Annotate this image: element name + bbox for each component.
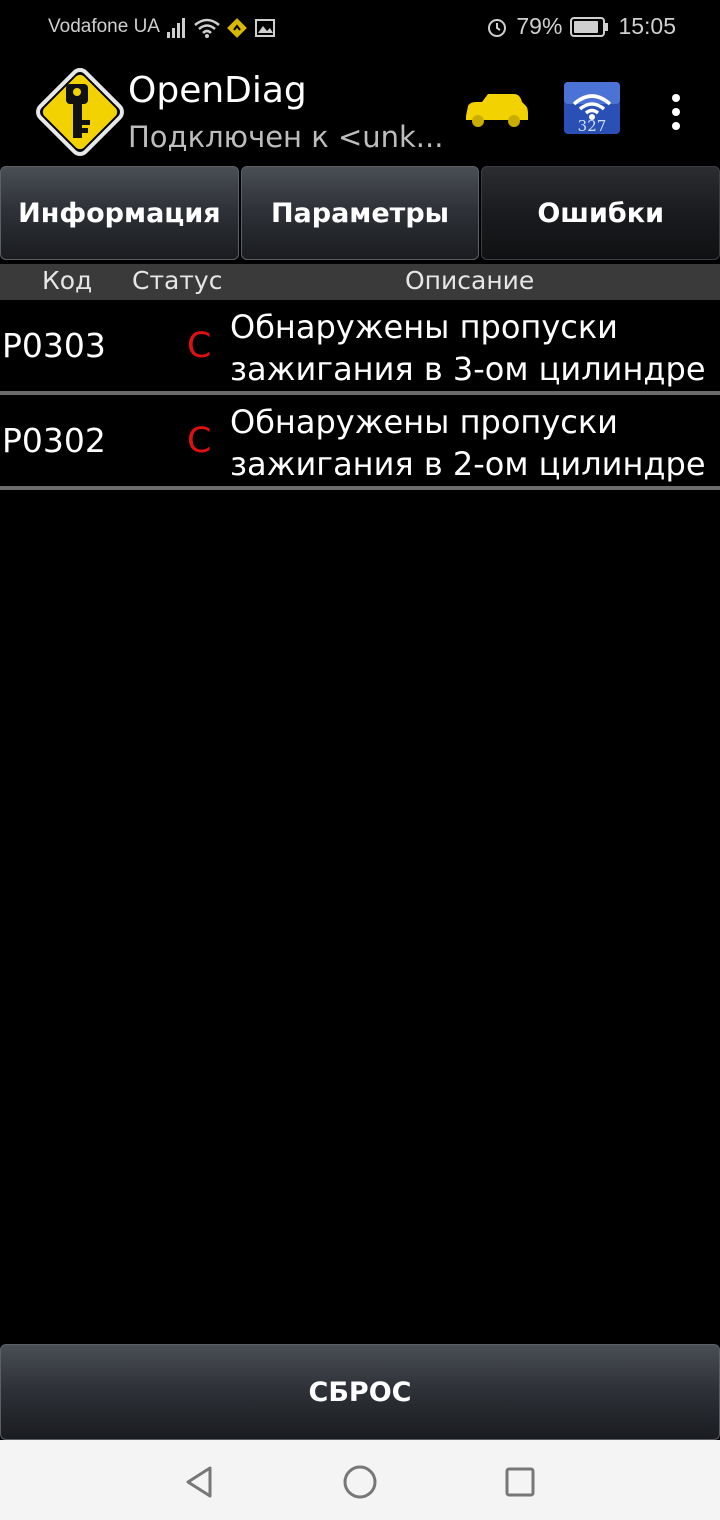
table-row[interactable]: P0302 C Обнаружены пропуски зажигания в … [0,395,720,490]
tab-information[interactable]: Информация [0,166,239,260]
status-icons-left [166,14,276,42]
back-icon[interactable] [180,1462,220,1502]
signal-icon [167,18,185,38]
app-title: OpenDiag [128,70,307,111]
error-description: Обнаружены пропуски зажигания в 3-ом цил… [230,308,706,388]
wifi-icon [194,18,220,38]
clock: 15:05 [618,13,676,39]
status-bar: Vodafone UA 79% 15:05 [0,0,720,56]
overflow-menu-icon[interactable] [660,90,692,134]
tab-parameters[interactable]: Параметры [240,166,480,260]
system-nav-bar [0,1440,720,1520]
tab-bar: Информация Параметры Ошибки [0,166,720,262]
connection-status: Подключен к <unk... [128,120,444,154]
carrier-name: Vodafone UA [48,16,160,37]
error-code: P0302 [2,421,106,460]
app-bar: OpenDiag Подключен к <unk... 327 [0,56,720,166]
app-logo-key-icon [36,68,124,156]
reset-button[interactable]: СБРОС [0,1344,720,1440]
home-icon[interactable] [340,1462,380,1502]
error-status: C [187,421,212,461]
column-header-code: Код [42,266,93,295]
table-header: Код Статус Описание [0,264,720,300]
image-icon [255,19,275,37]
nav-icon [227,18,247,38]
column-header-status: Статус [132,266,223,295]
car-icon[interactable] [462,90,530,130]
table-row[interactable]: P0303 C Обнаружены пропуски зажигания в … [0,300,720,395]
elm327-wifi-icon[interactable]: 327 [564,82,620,134]
alarm-icon [488,18,507,37]
error-code: P0303 [2,326,106,365]
error-status: C [187,326,212,366]
battery-percent: 79% [516,13,563,39]
recents-icon[interactable] [500,1462,540,1502]
column-header-description: Описание [405,266,535,295]
status-icons-right: 79% 15:05 [486,13,676,40]
battery-icon [570,16,609,37]
error-list: P0303 C Обнаружены пропуски зажигания в … [0,300,720,490]
tab-errors[interactable]: Ошибки [481,166,720,260]
error-description: Обнаружены пропуски зажигания в 2-ом цил… [230,403,706,483]
elm-label: 327 [578,117,607,134]
